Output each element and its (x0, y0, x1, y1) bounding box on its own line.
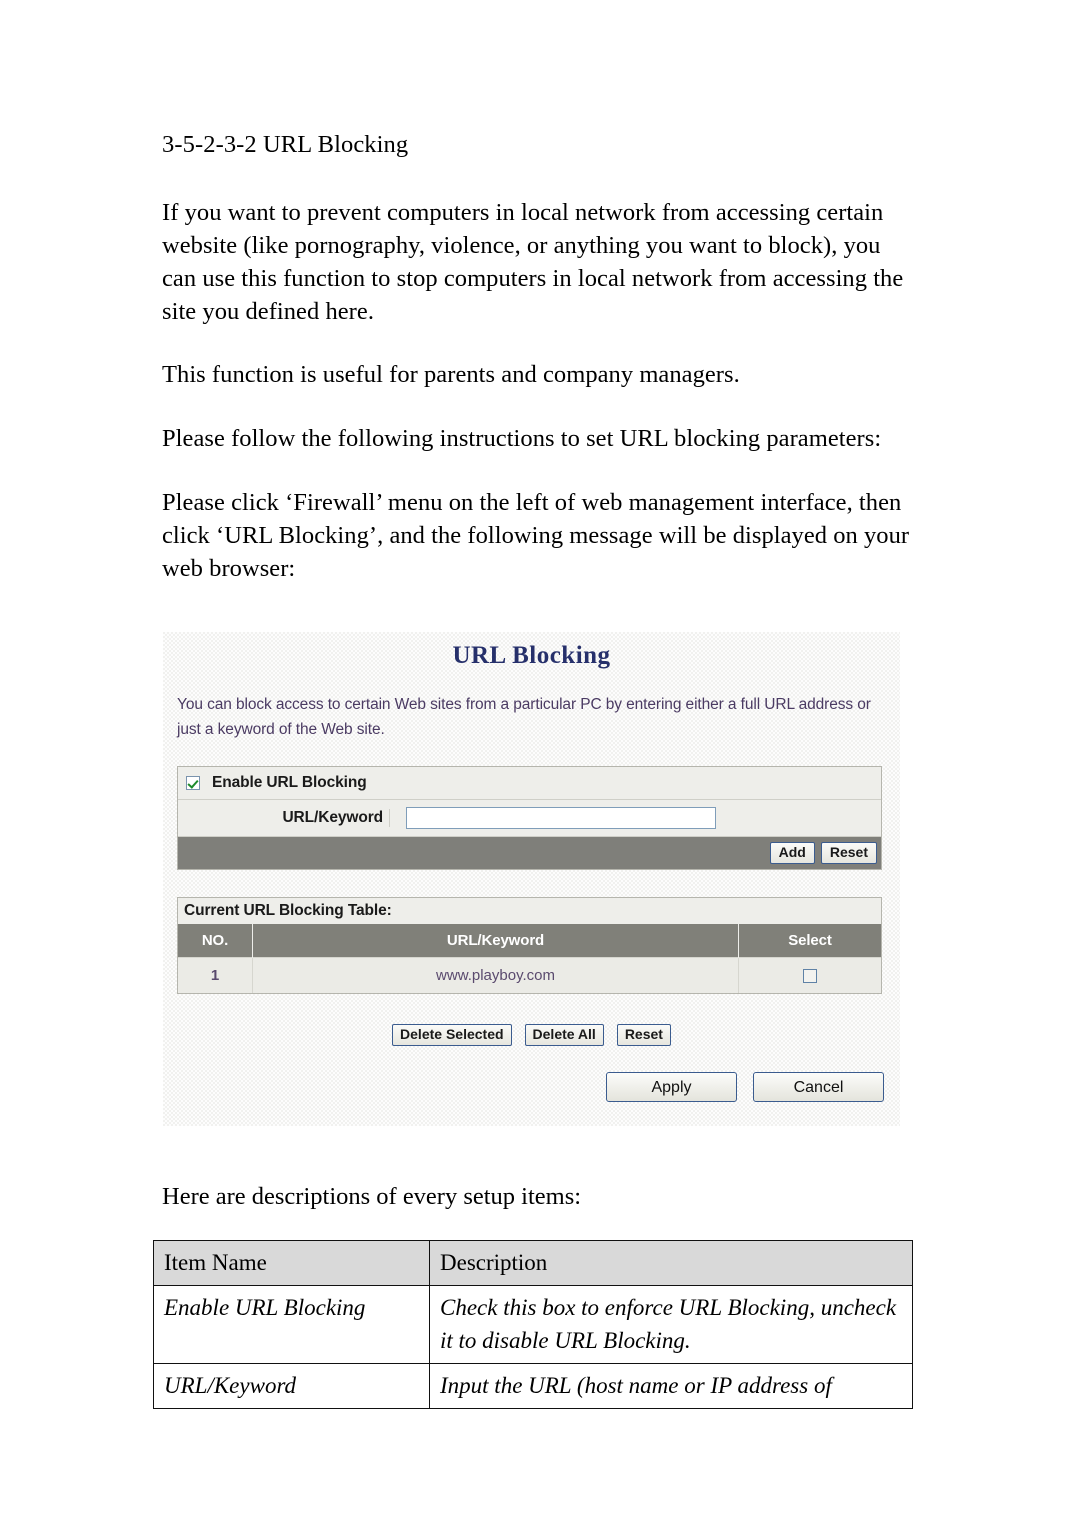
paragraph-intro: If you want to prevent computers in loca… (162, 199, 904, 325)
panel-title: URL Blocking (452, 642, 611, 669)
column-header-select: Select (738, 924, 881, 958)
table-caption: Current URL Blocking Table: (184, 902, 392, 919)
url-keyword-label: URL/Keyword (178, 809, 390, 827)
cancel-button[interactable]: Cancel (753, 1072, 884, 1102)
table-header-row: NO. URL/Keyword Select (178, 924, 881, 958)
cell-row-number: 1 (178, 957, 253, 993)
paragraph-instructions-lead: Please follow the following instructions… (162, 425, 882, 452)
desc-row-url-keyword: URL/Keyword Input the URL (host name or … (153, 1363, 913, 1409)
descriptions-lead-line: Here are descriptions of every setup ite… (162, 1183, 582, 1210)
form-action-bar: Add Reset (178, 837, 881, 869)
desc-row-enable-url-blocking: Enable URL Blocking Check this box to en… (153, 1285, 913, 1364)
url-keyword-row: URL/Keyword (178, 800, 881, 837)
desc-header-description: Description (429, 1240, 913, 1286)
embedded-router-screenshot: URL Blocking You can block access to cer… (163, 632, 900, 1126)
enable-url-blocking-label: Enable URL Blocking (212, 774, 367, 791)
table-row: 1 www.playboy.com (178, 957, 881, 993)
cell-url-keyword: www.playboy.com (252, 957, 739, 993)
panel-description: You can block access to certain Web site… (177, 696, 871, 738)
column-header-url: URL/Keyword (252, 924, 739, 958)
enable-url-blocking-row[interactable]: Enable URL Blocking (178, 767, 881, 800)
row-select-checkbox[interactable] (803, 969, 817, 984)
url-blocking-form: Enable URL Blocking URL/Keyword Add Rese… (177, 766, 882, 870)
setup-items-description-table: Item Name Description Enable URL Blockin… (153, 1240, 913, 1409)
current-url-blocking-table-block: Current URL Blocking Table: NO. URL/Keyw… (177, 897, 882, 994)
apply-button-group: Apply Cancel (163, 1072, 900, 1102)
paragraph-navigation: Please click ‘Firewall’ menu on the left… (162, 489, 910, 582)
delete-all-button[interactable]: Delete All (524, 1024, 604, 1046)
column-header-no: NO. (178, 924, 253, 958)
reset-table-button[interactable]: Reset (616, 1024, 671, 1046)
paragraph-usefulness: This function is useful for parents and … (162, 361, 740, 388)
add-button[interactable]: Add (769, 842, 815, 864)
reset-form-button[interactable]: Reset (820, 842, 877, 864)
url-blocking-table: NO. URL/Keyword Select 1 www.playboy.com (178, 924, 881, 993)
delete-button-group: Delete Selected Delete All Reset (163, 1024, 900, 1046)
section-heading: 3-5-2-3-2 URL Blocking (162, 131, 409, 158)
cell-select[interactable] (738, 957, 881, 993)
desc-header-row: Item Name Description (153, 1240, 913, 1286)
url-keyword-input[interactable] (406, 807, 716, 829)
document-page: 3-5-2-3-2 URL Blocking If you want to pr… (0, 0, 1080, 1527)
desc-item-description: Check this box to enforce URL Blocking, … (429, 1285, 913, 1364)
delete-selected-button[interactable]: Delete Selected (392, 1024, 512, 1046)
document-body: 3-5-2-3-2 URL Blocking If you want to pr… (162, 128, 914, 615)
desc-item-name: Enable URL Blocking (153, 1285, 430, 1364)
enable-url-blocking-checkbox[interactable] (186, 776, 200, 790)
desc-item-name: URL/Keyword (153, 1363, 430, 1409)
apply-button[interactable]: Apply (606, 1072, 737, 1102)
desc-item-description: Input the URL (host name or IP address o… (429, 1363, 913, 1409)
desc-header-item-name: Item Name (153, 1240, 430, 1286)
